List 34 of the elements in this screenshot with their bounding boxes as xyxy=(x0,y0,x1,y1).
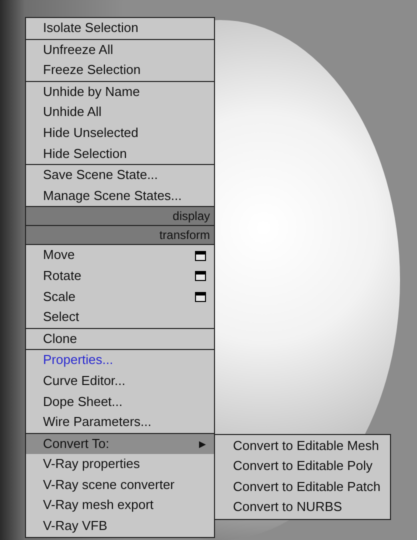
menu-section-header: transform xyxy=(26,226,214,246)
menu-item[interactable]: Dope Sheet... xyxy=(26,392,214,412)
menu-item[interactable]: Wire Parameters... xyxy=(26,412,214,433)
menu-item[interactable]: Select xyxy=(26,307,214,328)
menu-item[interactable]: Clone xyxy=(26,328,214,350)
menu-item[interactable]: Rotate xyxy=(26,266,214,287)
submenu-item[interactable]: Convert to Editable Patch xyxy=(215,476,390,498)
menu-item[interactable]: Unhide All xyxy=(26,102,214,123)
menu-item[interactable]: Hide Selection xyxy=(26,144,214,164)
menu-item[interactable]: Scale xyxy=(26,286,214,308)
menu-item[interactable]: Unfreeze All xyxy=(26,40,214,60)
menu-item[interactable]: Move xyxy=(26,245,214,266)
menu-item[interactable]: V-Ray scene converter xyxy=(26,474,214,496)
submenu-item[interactable]: Convert to Editable Mesh xyxy=(215,436,390,456)
submenu-arrow-icon: ▶ xyxy=(199,434,206,454)
settings-window-icon[interactable] xyxy=(195,250,206,261)
menu-item[interactable]: Curve Editor... xyxy=(26,370,214,392)
submenu-item[interactable]: Convert to NURBS xyxy=(215,497,390,518)
submenu-item[interactable]: Convert to Editable Poly xyxy=(215,456,390,477)
menu-item[interactable]: Isolate Selection xyxy=(26,18,214,39)
settings-window-icon[interactable] xyxy=(195,292,206,302)
menu-item-label: Convert To: xyxy=(43,434,110,453)
menu-item[interactable]: Properties... xyxy=(26,350,214,371)
menu-section-header: display xyxy=(26,207,214,226)
menu-item[interactable]: V-Ray VFB xyxy=(26,516,214,537)
menu-item[interactable]: Freeze Selection xyxy=(26,60,214,81)
menu-item[interactable]: Convert To: ▶ xyxy=(26,434,214,454)
menu-item[interactable]: Manage Scene States... xyxy=(26,186,214,206)
menu-item[interactable]: Unhide by Name xyxy=(26,82,214,102)
menu-item[interactable]: V-Ray mesh export xyxy=(26,495,214,516)
menu-item[interactable]: Hide Unselected xyxy=(26,122,214,144)
menu-item[interactable]: Save Scene State... xyxy=(26,165,214,186)
settings-window-icon[interactable] xyxy=(195,271,206,282)
menu-item[interactable]: V-Ray properties xyxy=(26,454,214,475)
